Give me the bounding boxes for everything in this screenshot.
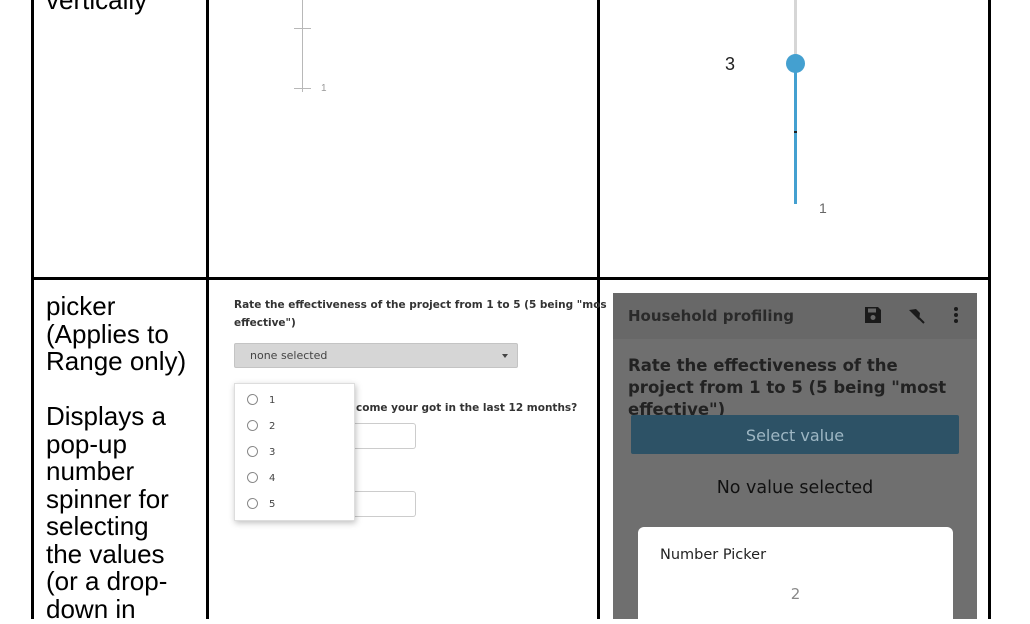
radio-icon: [247, 498, 258, 509]
desc-line: the values: [46, 538, 165, 569]
slider-tick: [294, 88, 311, 89]
web-question-line: Rate the effectiveness of the project fr…: [234, 299, 607, 311]
picker-value[interactable]: 2: [638, 585, 953, 603]
web-input-field[interactable]: [355, 491, 416, 517]
web-question-line: effective"): [234, 317, 296, 329]
desc-line: spinner for: [46, 483, 169, 514]
desc-line: number: [46, 456, 135, 486]
desc-line: (or a drop-: [46, 566, 168, 596]
option-label: 5: [269, 499, 276, 510]
mobile-screen: Household profiling Rate the effectivene…: [613, 293, 977, 619]
table-border-left: [31, 0, 34, 619]
desc-line: [46, 376, 186, 404]
row1-description: vertically: [46, 0, 147, 15]
desc-line: Displays a: [46, 401, 166, 431]
slider-end-label: 1: [819, 200, 827, 216]
dialog-title: Number Picker: [660, 547, 767, 563]
number-picker-dialog: Number Picker 2: [638, 527, 953, 619]
web-select-dropdown[interactable]: none selected: [234, 343, 518, 368]
web-question: Rate the effectiveness of the project fr…: [234, 296, 607, 332]
desc-line: picker: [46, 291, 116, 321]
option-label: 4: [269, 473, 276, 484]
desc-line: (Applies to: [46, 318, 169, 349]
web-options-list: 1 2 3 4 5: [234, 383, 355, 521]
radio-icon: [247, 394, 258, 405]
app-toolbar: Household profiling: [613, 293, 977, 339]
slider-track-active: [794, 63, 797, 204]
desc-line: Range only): [46, 346, 187, 376]
radio-icon: [247, 446, 258, 457]
more-vert-icon[interactable]: [953, 306, 959, 324]
web-partial-question: come your got in the last 12 months?: [356, 402, 578, 414]
table-row-divider: [31, 277, 991, 280]
select-value: none selected: [250, 349, 328, 362]
option-label: 3: [269, 447, 276, 458]
mobile-question: Rate the effectiveness of the project fr…: [628, 356, 947, 419]
slider-track: [302, 0, 303, 92]
slider-track-inactive: [794, 0, 797, 56]
pin-icon[interactable]: [907, 306, 927, 326]
slider-thumb[interactable]: [786, 54, 805, 73]
mobile-vertical-slider[interactable]: 3 1: [700, 0, 850, 230]
web-input-field[interactable]: [355, 423, 416, 449]
app-title: Household profiling: [628, 307, 794, 325]
desc-line: selecting: [46, 511, 149, 541]
value-status: No value selected: [716, 478, 874, 498]
slider-tick-label: 1: [321, 83, 327, 94]
select-value-button-label: Select value: [745, 426, 845, 445]
radio-icon: [247, 472, 258, 483]
chevron-down-icon: [502, 354, 508, 358]
desc-line: pop-up: [46, 428, 127, 459]
web-vertical-slider[interactable]: 1: [290, 0, 330, 100]
slider-tick: [294, 28, 311, 29]
slider-tick: [794, 131, 797, 133]
desc-line: vertically: [46, 0, 148, 15]
option-label: 2: [269, 421, 276, 432]
table-border-right: [988, 0, 991, 619]
select-value-button[interactable]: Select value: [631, 415, 959, 454]
radio-icon: [247, 420, 258, 431]
table-border-col1: [206, 0, 209, 619]
slider-value-label: 3: [725, 54, 736, 74]
row2-description: picker (Applies to Range only) Displays …: [46, 291, 187, 623]
option-label: 1: [269, 395, 276, 406]
save-icon[interactable]: [864, 306, 882, 324]
